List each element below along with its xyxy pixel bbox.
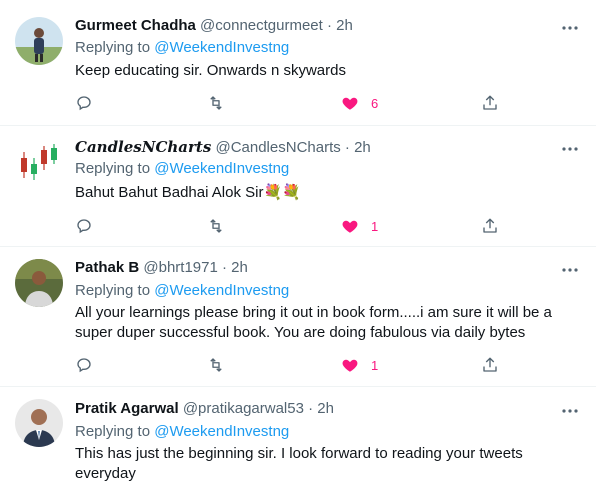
user-handle[interactable]: @CandlesNCharts [215, 139, 340, 156]
separator-dot: · [327, 17, 332, 34]
tweet-header: Pathak B @bhrt1971 · 2h [75, 258, 248, 278]
retweet-button[interactable] [207, 355, 225, 375]
candlestick-logo-icon [15, 138, 63, 186]
display-name[interactable]: Pratik Agarwal [75, 400, 179, 417]
avatar[interactable] [15, 259, 63, 307]
like-count: 1 [371, 357, 379, 373]
share-button[interactable] [481, 93, 499, 113]
tweet-2[interactable]: CandlesNCharts @CandlesNCharts · 2h Repl… [0, 126, 596, 246]
tweet-header: Pratik Agarwal @pratikagarwal53 · 2h [75, 399, 334, 419]
retweet-button[interactable] [207, 216, 225, 236]
display-name[interactable]: Pathak B [75, 259, 139, 276]
avatar[interactable] [15, 399, 63, 447]
heart-filled-icon [342, 97, 358, 110]
separator-dot: · [222, 259, 227, 276]
more-options-icon[interactable] [560, 139, 580, 159]
timestamp[interactable]: 2h [354, 139, 371, 156]
heart-filled-icon [342, 220, 358, 233]
more-options-icon[interactable] [560, 18, 580, 38]
tweet-text: Keep educating sir. Onwards n skywards [75, 62, 346, 79]
replying-to-line: Replying to @WeekendInvestng [75, 38, 289, 58]
avatar[interactable] [15, 138, 63, 186]
reply-button[interactable] [75, 93, 93, 113]
like-button[interactable]: 1 [341, 216, 378, 236]
retweet-icon [210, 219, 222, 233]
timestamp[interactable]: 2h [317, 400, 334, 417]
reply-icon [77, 358, 91, 373]
avatar[interactable] [15, 17, 63, 65]
retweet-button[interactable] [207, 93, 225, 113]
timestamp[interactable]: 2h [336, 17, 353, 34]
share-icon [483, 357, 497, 372]
reply-button[interactable] [75, 216, 93, 236]
tweet-text: Bahut Bahut Badhai Alok Sir💐💐 [75, 184, 301, 201]
replying-to-line: Replying to @WeekendInvestng [75, 159, 289, 179]
share-icon [483, 218, 497, 233]
reply-button[interactable] [75, 355, 93, 375]
tweet-text: All your learnings please bring it out i… [75, 304, 552, 341]
share-button[interactable] [481, 355, 499, 375]
tweet-actions: 1 [75, 216, 497, 236]
tweet-actions: 1 [75, 355, 497, 375]
reply-icon [77, 219, 91, 234]
user-handle[interactable]: @pratikagarwal53 [183, 400, 304, 417]
replying-to-label: Replying to [75, 423, 151, 440]
like-count: 1 [371, 218, 379, 234]
like-button[interactable]: 6 [341, 93, 378, 113]
replying-to-label: Replying to [75, 282, 151, 299]
replying-to-line: Replying to @WeekendInvestng [75, 281, 289, 301]
replying-to-link[interactable]: @WeekendInvestng [154, 423, 289, 440]
separator-dot: · [308, 400, 314, 417]
more-options-icon[interactable] [560, 260, 580, 280]
tweet-3[interactable]: Pathak B @bhrt1971 · 2h Replying to @Wee… [0, 247, 596, 386]
user-handle[interactable]: @bhrt1971 [143, 259, 217, 276]
retweet-icon [210, 358, 222, 372]
tweet-header: Gurmeet Chadha @connectgurmeet · 2h [75, 16, 353, 36]
replying-to-label: Replying to [75, 39, 151, 56]
tweet-actions: 6 [75, 93, 497, 113]
tweet-text: This has just the beginning sir. I look … [75, 445, 523, 482]
reply-icon [77, 96, 91, 111]
tweet-header: CandlesNCharts @CandlesNCharts · 2h [75, 137, 371, 158]
tweet-1[interactable]: Gurmeet Chadha @connectgurmeet · 2h Repl… [0, 0, 596, 125]
replying-to-link[interactable]: @WeekendInvestng [154, 39, 289, 56]
user-handle[interactable]: @connectgurmeet [200, 17, 323, 34]
display-name[interactable]: Gurmeet Chadha [75, 17, 196, 34]
replying-to-line: Replying to @WeekendInvestng [75, 422, 289, 442]
replying-to-label: Replying to [75, 160, 151, 177]
more-options-icon[interactable] [560, 401, 580, 421]
like-button[interactable]: 1 [341, 355, 378, 375]
share-icon [483, 95, 497, 110]
retweet-icon [210, 96, 222, 110]
share-button[interactable] [481, 216, 499, 236]
heart-filled-icon [342, 359, 358, 372]
timestamp[interactable]: 2h [231, 259, 248, 276]
like-count: 6 [371, 95, 379, 111]
replying-to-link[interactable]: @WeekendInvestng [154, 160, 289, 177]
separator-dot: · [344, 139, 350, 156]
tweet-4[interactable]: Pratik Agarwal @pratikagarwal53 · 2h Rep… [0, 387, 596, 482]
replying-to-link[interactable]: @WeekendInvestng [154, 282, 289, 299]
display-name[interactable]: CandlesNCharts [75, 138, 211, 156]
